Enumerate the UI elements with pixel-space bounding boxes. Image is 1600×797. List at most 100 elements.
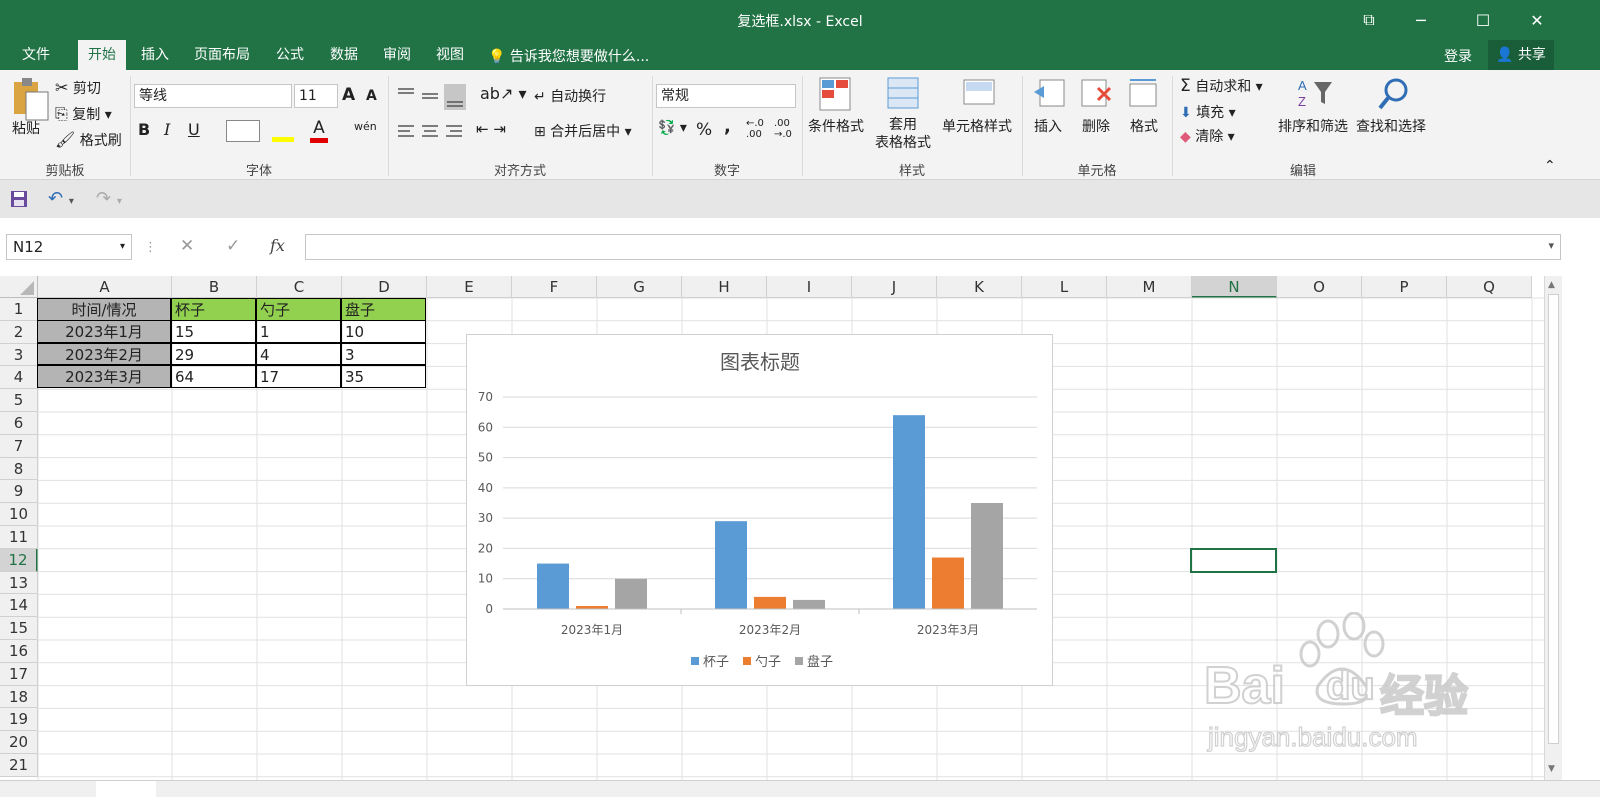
underline-button[interactable]: U <box>188 120 200 139</box>
wrap-text-button[interactable]: ↵ 自动换行 <box>534 86 606 106</box>
bar-勺子 <box>754 596 786 609</box>
font-color-button[interactable]: A <box>310 118 328 143</box>
scroll-down-icon[interactable]: ▼ <box>1548 764 1555 774</box>
format-cells-button[interactable]: 格式 <box>1130 116 1158 136</box>
font-size-select[interactable]: 11 <box>294 84 338 108</box>
table-cell[interactable]: 10 <box>341 319 426 343</box>
decrease-decimal-button[interactable]: .00 →.0 <box>774 118 792 140</box>
collapse-ribbon-icon[interactable]: ⌃ <box>1544 158 1556 174</box>
tab-data[interactable]: 数据 <box>320 40 368 70</box>
paste-icon[interactable] <box>10 76 52 124</box>
insert-cells-button[interactable]: 插入 <box>1034 116 1062 136</box>
find-select-button[interactable]: 查找和选择 <box>1356 116 1426 136</box>
active-cell-selection[interactable] <box>1190 548 1277 573</box>
copy-button[interactable]: ⎘ 复制 ▾ <box>55 104 112 124</box>
conditional-format-button[interactable]: 条件格式 <box>806 116 866 136</box>
sort-filter-icon[interactable]: AZ <box>1296 76 1334 112</box>
format-cells-icon[interactable] <box>1126 76 1160 110</box>
comma-button[interactable]: , <box>724 116 731 137</box>
table-cell[interactable]: 17 <box>256 365 341 389</box>
chart[interactable]: 图表标题 0 10 20 30 40 50 60 70 2023年1月 2023年2月 2023年3月… <box>466 334 1053 686</box>
format-painter-button[interactable]: 🖌 格式刷 <box>55 130 122 150</box>
italic-button[interactable]: I <box>164 120 170 139</box>
login-link[interactable]: 登录 <box>1444 46 1472 66</box>
table-cell[interactable]: 15 <box>171 319 256 343</box>
tab-insert[interactable]: 插入 <box>131 40 179 70</box>
sort-filter-button[interactable]: 排序和筛选 <box>1278 116 1348 136</box>
cancel-icon[interactable]: ✕ <box>180 236 194 256</box>
table-header-cell[interactable]: 时间/情况 <box>37 298 171 321</box>
tab-home[interactable]: 开始 <box>78 40 126 70</box>
percent-button[interactable]: % <box>696 120 712 140</box>
bold-button[interactable]: B <box>138 120 150 139</box>
table-cell[interactable]: 3 <box>341 342 426 366</box>
increase-decimal-button[interactable]: ←.0 .00 <box>746 118 764 140</box>
merge-center-button[interactable]: ⊞ 合并后居中 ▾ <box>534 121 632 141</box>
cell-styles-button[interactable]: 单元格样式 <box>942 116 1012 136</box>
table-cell[interactable]: 2023年3月 <box>37 365 171 389</box>
scroll-thumb[interactable] <box>1548 294 1559 744</box>
table-cell[interactable]: 64 <box>171 365 256 389</box>
grow-font-button[interactable]: A <box>342 85 355 105</box>
borders-icon[interactable] <box>226 120 260 142</box>
ribbon-display-options-button[interactable]: ⧉ <box>1346 0 1392 40</box>
insert-cells-icon[interactable] <box>1032 76 1066 110</box>
formula-input[interactable]: ▾ <box>305 234 1561 260</box>
bar-杯子 <box>537 563 569 609</box>
minimize-button[interactable]: ─ <box>1398 0 1444 40</box>
currency-icon[interactable]: 💱 ▾ <box>658 120 687 136</box>
delete-cells-icon[interactable] <box>1080 76 1114 110</box>
number-format-select[interactable]: 常规 <box>656 84 796 108</box>
cut-button[interactable]: ✂ 剪切 <box>55 78 101 98</box>
horizontal-align-icons[interactable] <box>396 122 468 142</box>
tab-formulas[interactable]: 公式 <box>266 40 314 70</box>
tell-me-box[interactable]: 💡 告诉我您想要做什么... <box>488 46 649 66</box>
table-header-cell[interactable]: 勺子 <box>256 298 341 321</box>
table-cell[interactable]: 29 <box>171 342 256 366</box>
tell-me-text: 告诉我您想要做什么... <box>509 49 650 65</box>
vertical-scrollbar[interactable]: ▲ ▼ <box>1544 276 1562 780</box>
redo-icon[interactable]: ↷ ▾ <box>96 188 122 209</box>
share-button[interactable]: 👤 共享 <box>1488 40 1554 70</box>
table-cell[interactable]: 2023年2月 <box>37 342 171 366</box>
cell-styles-icon[interactable] <box>962 76 998 112</box>
clear-button[interactable]: ◆ 清除 ▾ <box>1180 126 1235 146</box>
sheet-tab[interactable] <box>96 781 156 797</box>
conditional-format-icon[interactable] <box>818 76 854 112</box>
phonetic-button[interactable]: wén <box>354 120 377 133</box>
vertical-align-icons[interactable] <box>396 84 472 110</box>
tab-review[interactable]: 审阅 <box>373 40 421 70</box>
scroll-up-icon[interactable]: ▲ <box>1548 280 1555 290</box>
close-button[interactable]: ✕ <box>1514 0 1560 40</box>
save-icon[interactable] <box>10 190 28 208</box>
fill-button[interactable]: ⬇ 填充 ▾ <box>1180 102 1236 122</box>
insert-function-button[interactable]: fx <box>270 236 285 255</box>
shrink-font-button[interactable]: A <box>366 88 377 104</box>
orientation-icon[interactable]: ab↗ ▾ <box>480 84 526 103</box>
tab-file[interactable]: 文件 <box>12 40 60 70</box>
indent-icons[interactable]: ⇤ ⇥ <box>476 120 506 138</box>
autosum-button[interactable]: Σ 自动求和 ▾ <box>1180 76 1263 96</box>
tab-view[interactable]: 视图 <box>426 40 474 70</box>
table-header-cell[interactable]: 盘子 <box>341 298 426 321</box>
delete-cells-button[interactable]: 删除 <box>1082 116 1110 136</box>
enter-icon[interactable]: ✓ <box>226 236 240 256</box>
search-icon[interactable] <box>1376 76 1412 112</box>
paste-button[interactable]: 粘贴 <box>12 118 40 138</box>
maximize-button[interactable]: ☐ <box>1460 0 1506 40</box>
format-as-table-icon[interactable] <box>886 76 922 112</box>
table-cell[interactable]: 35 <box>341 365 426 389</box>
x-tick-label: 2023年1月 <box>561 623 623 637</box>
table-header-cell[interactable]: 杯子 <box>171 298 256 321</box>
font-name-select[interactable]: 等线 <box>134 84 292 108</box>
tab-page-layout[interactable]: 页面布局 <box>184 40 260 70</box>
format-as-table-button[interactable]: 套用 表格格式 <box>868 116 938 152</box>
table-cell[interactable]: 4 <box>256 342 341 366</box>
bar-盘子 <box>971 503 1003 609</box>
fill-color-icon[interactable] <box>272 122 294 142</box>
undo-icon[interactable]: ↶ ▾ <box>48 188 74 209</box>
expand-formula-icon[interactable]: ▾ <box>1548 239 1554 252</box>
table-cell[interactable]: 1 <box>256 319 341 343</box>
table-cell[interactable]: 2023年1月 <box>37 319 171 343</box>
name-box[interactable]: N12 ▾ <box>6 234 132 260</box>
